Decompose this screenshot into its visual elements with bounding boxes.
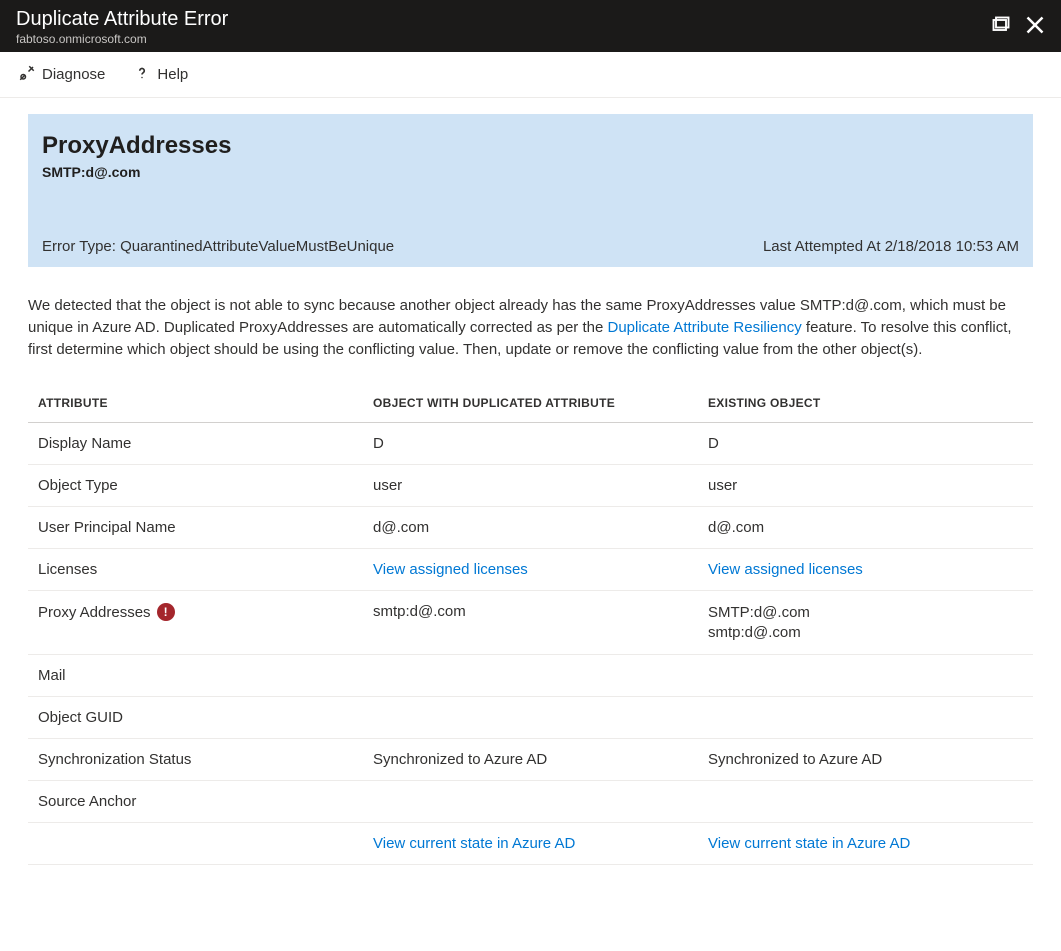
table-row: Source Anchor (28, 781, 1033, 823)
restore-icon[interactable] (991, 15, 1011, 38)
window-subtitle: fabtoso.onmicrosoft.com (16, 32, 228, 46)
wrench-icon (18, 64, 36, 86)
attribute-cell: Source Anchor (28, 781, 363, 823)
diagnose-button[interactable]: Diagnose (18, 64, 105, 86)
last-attempted-label: Last Attempted At 2/18/2018 10:53 AM (763, 238, 1019, 255)
attribute-cell: Mail (28, 655, 363, 697)
existing-link[interactable]: View assigned licenses (708, 561, 863, 578)
window-titlebar: Duplicate Attribute Error fabtoso.onmicr… (0, 0, 1061, 52)
header-left: Duplicate Attribute Error fabtoso.onmicr… (16, 7, 228, 46)
duplicated-cell: Synchronized to Azure AD (363, 739, 698, 781)
existing-cell: D (698, 423, 1033, 465)
duplicated-cell (363, 781, 698, 823)
table-row: Proxy Addresses!smtp:d@.comSMTP:d@.comsm… (28, 591, 1033, 655)
content-area: ProxyAddresses SMTP:d@.com Error Type: Q… (0, 98, 1061, 881)
duplicated-cell (363, 697, 698, 739)
existing-cell (698, 697, 1033, 739)
duplicated-cell: D (363, 423, 698, 465)
table-row: Synchronization Status Synchronized to Az… (28, 739, 1033, 781)
existing-value: SMTP:d@.com (708, 603, 1023, 623)
attribute-cell (28, 823, 363, 865)
error-icon: ! (157, 603, 175, 621)
existing-cell: View assigned licenses (698, 549, 1033, 591)
table-row: Mail (28, 655, 1033, 697)
table-row: Licenses View assigned licenses View assig… (28, 549, 1033, 591)
duplicated-cell: smtp:d@.com (363, 591, 698, 655)
error-subheading: SMTP:d@.com (42, 164, 1019, 180)
existing-cell: user (698, 465, 1033, 507)
duplicated-cell: user (363, 465, 698, 507)
attribute-comparison-table: ATTRIBUTE OBJECT WITH DUPLICATED ATTRIBU… (28, 388, 1033, 865)
attribute-cell: User Principal Name (28, 507, 363, 549)
table-body: Display NameDDObject TypeuseruserUser Pr… (28, 423, 1033, 865)
existing-link[interactable]: View current state in Azure AD (708, 835, 910, 852)
duplicated-link[interactable]: View assigned licenses (373, 561, 528, 578)
close-icon[interactable] (1025, 15, 1045, 38)
help-label: Help (157, 66, 188, 83)
duplicated-cell: View current state in Azure AD (363, 823, 698, 865)
duplicated-cell (363, 655, 698, 697)
attribute-cell: Object GUID (28, 697, 363, 739)
attribute-label: Source Anchor (38, 793, 136, 810)
attribute-label: Mail (38, 667, 66, 684)
existing-value: smtp:d@.com (708, 623, 1023, 643)
table-row: View current state in Azure AD View curre… (28, 823, 1033, 865)
table-header-duplicated: OBJECT WITH DUPLICATED ATTRIBUTE (363, 388, 698, 423)
table-row: Object GUID (28, 697, 1033, 739)
existing-cell: View current state in Azure AD (698, 823, 1033, 865)
command-bar: Diagnose Help (0, 52, 1061, 98)
attribute-label: Proxy Addresses (38, 604, 151, 621)
attribute-label: Licenses (38, 561, 97, 578)
error-footer-row: Error Type: QuarantinedAttributeValueMus… (42, 238, 1019, 255)
window-title: Duplicate Attribute Error (16, 7, 228, 31)
table-header-existing: EXISTING OBJECT (698, 388, 1033, 423)
error-heading: ProxyAddresses (42, 132, 1019, 160)
help-button[interactable]: Help (133, 64, 188, 86)
existing-cell: Synchronized to Azure AD (698, 739, 1033, 781)
attribute-cell: Licenses (28, 549, 363, 591)
existing-cell: d@.com (698, 507, 1033, 549)
attribute-label: User Principal Name (38, 519, 176, 536)
window-controls (991, 15, 1045, 38)
error-description: We detected that the object is not able … (28, 295, 1033, 360)
duplicate-attribute-resiliency-link[interactable]: Duplicate Attribute Resiliency (607, 319, 801, 336)
attribute-cell: Proxy Addresses! (28, 591, 363, 655)
table-row: Object Type useruser (28, 465, 1033, 507)
diagnose-label: Diagnose (42, 66, 105, 83)
table-header-attribute: ATTRIBUTE (28, 388, 363, 423)
error-summary-box: ProxyAddresses SMTP:d@.com Error Type: Q… (28, 114, 1033, 267)
duplicated-cell: View assigned licenses (363, 549, 698, 591)
error-type-label: Error Type: QuarantinedAttributeValueMus… (42, 238, 394, 255)
help-icon (133, 64, 151, 86)
attribute-cell: Display Name (28, 423, 363, 465)
attribute-label: Object GUID (38, 709, 123, 726)
table-row: Display Name DD (28, 423, 1033, 465)
attribute-label: Synchronization Status (38, 751, 191, 768)
attribute-label: Display Name (38, 435, 131, 452)
existing-cell (698, 655, 1033, 697)
attribute-cell: Synchronization Status (28, 739, 363, 781)
existing-cell (698, 781, 1033, 823)
existing-cell: SMTP:d@.comsmtp:d@.com (698, 591, 1033, 655)
attribute-label: Object Type (38, 477, 118, 494)
attribute-cell: Object Type (28, 465, 363, 507)
duplicated-link[interactable]: View current state in Azure AD (373, 835, 575, 852)
duplicated-cell: d@.com (363, 507, 698, 549)
table-row: User Principal Name d@.comd@.com (28, 507, 1033, 549)
